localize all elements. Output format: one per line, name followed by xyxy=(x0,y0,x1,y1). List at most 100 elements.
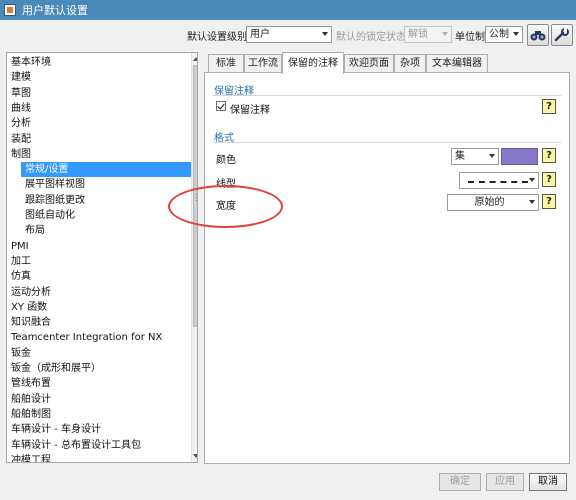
tree-item-label: 布局 xyxy=(25,225,45,237)
tree-item[interactable]: 船舶设计 xyxy=(10,392,190,407)
level-label: 默认设置级别 xyxy=(187,32,247,43)
chevron-down-icon xyxy=(322,32,328,36)
tree-item-label: 钣金（成形和展平） xyxy=(11,363,101,374)
tree-item[interactable]: 仿真 xyxy=(10,269,190,284)
tree-item-label: 仿真 xyxy=(11,271,31,283)
tree-item[interactable]: 知识融合 xyxy=(10,315,190,330)
tree-item-label: 分析 xyxy=(11,118,31,130)
level-select-value: 用户 xyxy=(250,29,270,40)
tree-item-label: 图纸自动化 xyxy=(25,210,75,221)
tree-item[interactable]: 草图 xyxy=(10,86,190,101)
binoculars-icon xyxy=(530,31,546,41)
tree-item[interactable]: 钣金（成形和展平） xyxy=(10,361,190,376)
app-icon xyxy=(4,4,16,16)
tree-item[interactable]: 车辆设计 - 车身设计 xyxy=(10,422,190,437)
chevron-down-icon xyxy=(442,32,448,36)
scroll-down-icon[interactable] xyxy=(193,454,197,458)
title-bar: 用户默认设置 xyxy=(0,0,576,20)
tree-item[interactable]: 冲模工程 xyxy=(10,453,190,462)
tree-item-label: 船舶设计 xyxy=(11,393,51,405)
unit-label: 单位制 xyxy=(455,32,485,43)
tree-item-label: 装配 xyxy=(11,133,31,145)
tree-item-label: 钣金 xyxy=(11,347,31,359)
tree-item-label: 运动分析 xyxy=(11,286,51,298)
tree-item[interactable]: 加工 xyxy=(10,254,190,269)
tree-scrollbar[interactable] xyxy=(191,53,197,462)
tree-item[interactable]: 船舶制图 xyxy=(10,407,190,422)
apply-button[interactable]: 应用 xyxy=(486,473,524,491)
tree-item[interactable]: PMI xyxy=(10,239,190,254)
tree-item-label: 制图 xyxy=(11,148,31,160)
chevron-down-icon xyxy=(529,200,535,204)
tab-retained-annotations[interactable]: 保留的注释 xyxy=(282,52,344,74)
tree-item[interactable]: 建模 xyxy=(10,70,190,85)
tab-misc[interactable]: 杂项 xyxy=(394,54,426,73)
width-select[interactable]: 原始的 xyxy=(447,194,539,211)
tree-item-label: 基本环境 xyxy=(11,57,51,68)
tree-item-label: 曲线 xyxy=(11,102,31,114)
dashed-line-icon xyxy=(468,181,528,183)
tree-item[interactable]: 布局 xyxy=(21,223,191,238)
tree-item-label: 展平图样视图 xyxy=(25,179,85,191)
tree-item-label: 加工 xyxy=(11,255,31,267)
find-settings-button[interactable] xyxy=(527,24,549,46)
unit-select[interactable]: 公制 xyxy=(485,26,523,43)
tree-item[interactable]: 跟踪图纸更改 xyxy=(21,193,191,208)
manage-settings-button[interactable] xyxy=(551,24,573,46)
tree-item-label: 跟踪图纸更改 xyxy=(25,194,85,206)
chevron-down-icon xyxy=(513,32,519,36)
category-tree[interactable]: 基本环境建模草图曲线分析装配制图常规/设置展平图样视图 跟踪图纸更改 图纸自动化布局… xyxy=(6,52,198,463)
tree-item-label: 草图 xyxy=(11,87,31,99)
retain-annotations-checkbox[interactable] xyxy=(216,101,226,111)
tab-standard[interactable]: 标准 xyxy=(208,54,244,73)
lock-label: 默认的锁定状态 xyxy=(336,32,406,43)
lock-select-value: 解锁 xyxy=(408,29,428,40)
tree-item[interactable]: XY 函数 xyxy=(10,300,190,315)
help-icon[interactable]: ? xyxy=(542,194,556,209)
toolbar: 默认设置级别 用户 默认的锁定状态 解锁 单位制 公制 xyxy=(0,20,576,48)
tree-item[interactable]: 曲线 xyxy=(10,101,190,116)
level-select[interactable]: 用户 xyxy=(246,26,332,43)
scroll-up-icon[interactable] xyxy=(193,57,197,61)
linetype-select[interactable] xyxy=(459,172,539,189)
section-divider xyxy=(213,95,561,96)
tree-item[interactable]: 图纸自动化 xyxy=(21,208,191,223)
tree-item[interactable]: 装配 xyxy=(10,132,190,147)
section-divider xyxy=(213,142,561,143)
tree-item-label: 车辆设计 - 总布置设计工具包 xyxy=(11,439,141,451)
chevron-down-icon xyxy=(529,178,535,182)
help-icon[interactable]: ? xyxy=(542,99,556,114)
tree-item[interactable]: 车辆设计 - 总布置设计工具包 xyxy=(10,438,190,453)
help-icon[interactable]: ? xyxy=(542,148,556,163)
settings-panel: 保留注释 保留注释 ? 格式 颜色 集 ? 线型 ? 宽度 原始的 ? xyxy=(204,72,570,464)
tree-item[interactable]: 基本环境 xyxy=(10,55,190,70)
highlight-ellipse xyxy=(168,185,283,228)
tree-item[interactable]: 展平图样视图 xyxy=(21,177,191,192)
lock-select[interactable]: 解锁 xyxy=(404,26,452,43)
color-swatch-button[interactable] xyxy=(501,148,538,165)
tree-item-label: 知识融合 xyxy=(11,317,51,329)
tree-item[interactable]: 制图 xyxy=(10,147,190,162)
tree-item-label: PMI xyxy=(11,240,29,252)
tree-item[interactable]: 运动分析 xyxy=(10,285,190,300)
color-select[interactable]: 集 xyxy=(451,148,499,165)
tree-item[interactable]: 钣金 xyxy=(10,346,190,361)
unit-select-value: 公制 xyxy=(489,29,509,40)
tree-item-label: XY 函数 xyxy=(11,301,48,313)
tree-item[interactable]: 常规/设置 xyxy=(21,162,191,178)
window-title: 用户默认设置 xyxy=(22,4,88,17)
ok-button[interactable]: 确定 xyxy=(439,473,481,491)
tree-item[interactable]: 分析 xyxy=(10,116,190,131)
cancel-button[interactable]: 取消 xyxy=(529,473,567,491)
tab-welcome-page[interactable]: 欢迎页面 xyxy=(344,54,394,73)
tree-item[interactable]: 管线布置 xyxy=(10,376,190,391)
retain-annotations-label: 保留注释 xyxy=(230,105,270,116)
tree-item[interactable]: Teamcenter Integration for NX xyxy=(10,330,190,345)
help-icon[interactable]: ? xyxy=(542,172,556,187)
tree-item-label: 车辆设计 - 车身设计 xyxy=(11,424,101,436)
color-select-value: 集 xyxy=(455,151,465,162)
tab-text-editor[interactable]: 文本编辑器 xyxy=(426,54,488,73)
tab-workflow[interactable]: 工作流 xyxy=(244,54,282,73)
chevron-down-icon xyxy=(489,154,495,158)
tree-item-label: 常规/设置 xyxy=(25,164,69,176)
